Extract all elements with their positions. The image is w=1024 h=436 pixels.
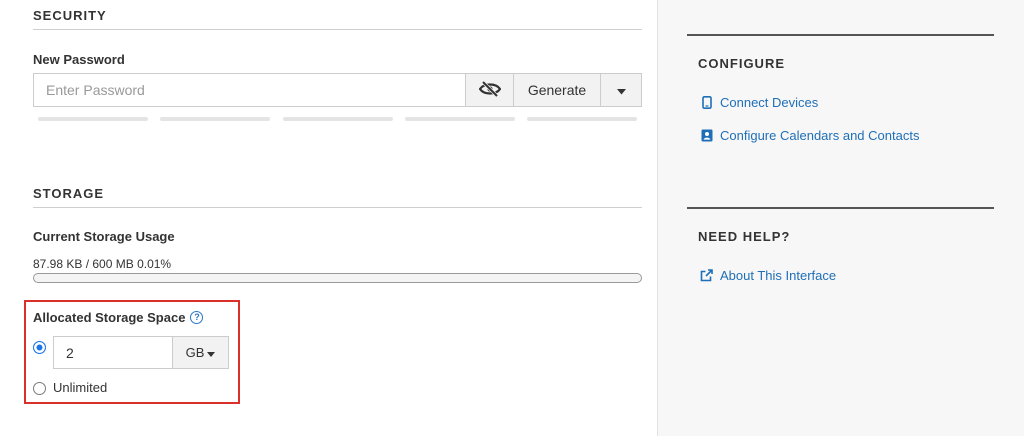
storage-unit-dropdown[interactable]: GB: [172, 336, 229, 369]
storage-section-title: STORAGE: [33, 186, 642, 208]
unlimited-radio[interactable]: [33, 382, 46, 395]
need-help-title: NEED HELP?: [698, 229, 791, 244]
unlimited-label[interactable]: Unlimited: [53, 380, 107, 395]
configure-calendars-text: Configure Calendars and Contacts: [720, 128, 920, 143]
strength-segment: [404, 117, 515, 121]
storage-usage-progress-bar: [33, 273, 642, 283]
address-book-icon: [700, 129, 713, 142]
mobile-device-icon: [700, 96, 713, 109]
allocated-storage-input[interactable]: [53, 336, 172, 369]
connect-devices-text: Connect Devices: [720, 95, 819, 110]
caret-down-icon: [616, 82, 626, 98]
configure-title: CONFIGURE: [698, 56, 785, 71]
security-section-title: SECURITY: [33, 8, 642, 30]
external-link-icon: [700, 269, 713, 282]
generate-password-button[interactable]: Generate: [513, 73, 600, 107]
generate-options-dropdown[interactable]: [600, 73, 642, 107]
strength-segment: [160, 117, 271, 121]
allocated-storage-label: Allocated Storage Space ?: [33, 310, 204, 325]
configure-calendars-link[interactable]: Configure Calendars and Contacts: [700, 128, 919, 143]
password-strength-meter: [38, 117, 637, 121]
main-panel: SECURITY New Password Generate STORAGE C…: [0, 0, 658, 436]
configure-divider: [687, 34, 994, 36]
strength-segment: [38, 117, 148, 121]
storage-unit-label: GB: [185, 345, 205, 360]
connect-devices-link[interactable]: Connect Devices: [700, 95, 818, 110]
help-circle-icon[interactable]: ?: [190, 311, 204, 324]
strength-segment: [527, 117, 637, 121]
password-input-group: Generate: [33, 73, 642, 107]
storage-usage-text: 87.98 KB / 600 MB 0.01%: [33, 257, 172, 271]
about-interface-text: About This Interface: [720, 268, 837, 283]
allocated-storage-label-text: Allocated Storage Space: [33, 310, 186, 325]
hidden-eye-icon: [478, 80, 501, 100]
new-password-label: New Password: [33, 52, 125, 67]
help-divider: [687, 207, 994, 209]
strength-segment: [282, 117, 393, 121]
new-password-input[interactable]: [33, 73, 465, 107]
toggle-password-visibility-button[interactable]: [465, 73, 513, 107]
current-storage-usage-label: Current Storage Usage: [33, 229, 175, 244]
allocated-size-radio[interactable]: [33, 341, 46, 354]
caret-down-icon: [207, 345, 216, 360]
about-interface-link[interactable]: About This Interface: [700, 268, 836, 283]
